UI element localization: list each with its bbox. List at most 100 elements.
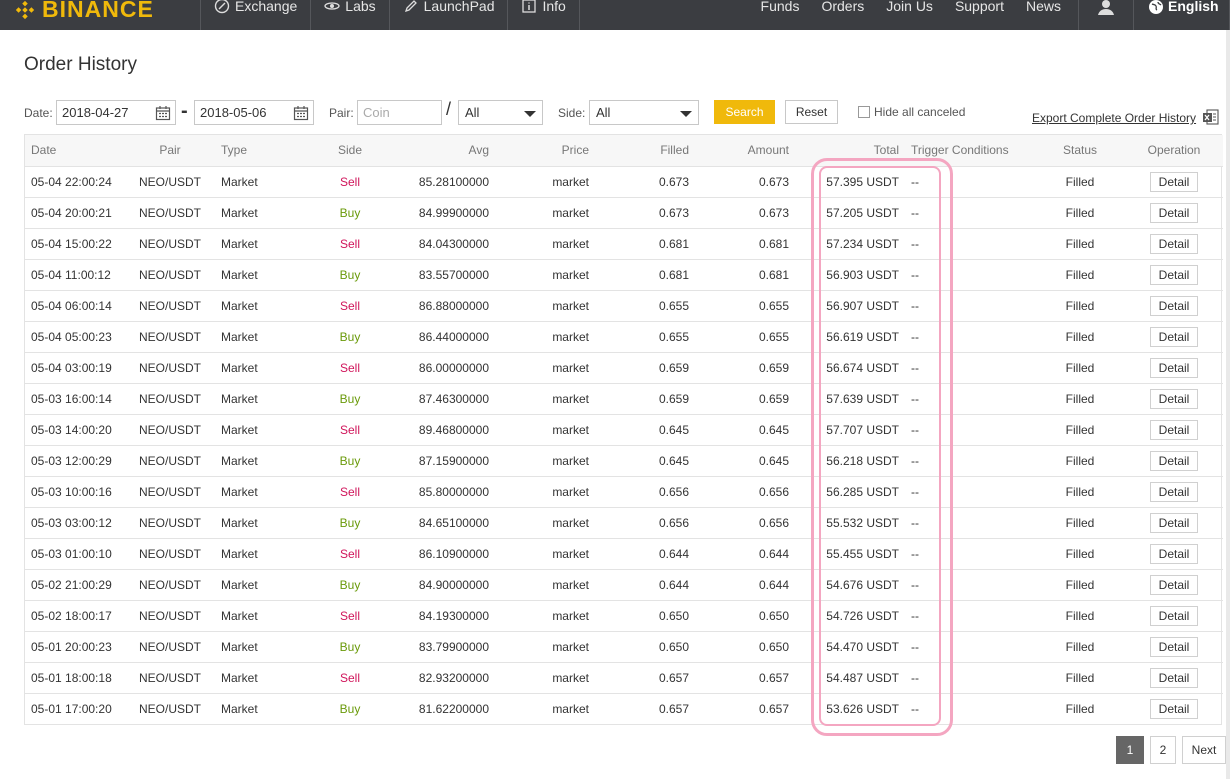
nav-language[interactable]: English [1134, 0, 1230, 30]
excel-icon[interactable] [1202, 108, 1220, 126]
cell-price: market [495, 569, 595, 601]
cell-filled: 0.659 [595, 383, 695, 415]
detail-button[interactable]: Detail [1150, 326, 1198, 347]
detail-button[interactable]: Detail [1150, 264, 1198, 285]
coin-input[interactable]: Coin [357, 100, 442, 125]
cell-total: 54.676 USDT [795, 569, 905, 601]
cell-amount: 0.655 [695, 290, 795, 322]
cell-type: Market [221, 701, 258, 716]
nav-news[interactable]: News [1015, 0, 1072, 14]
cell-operation: Detail [1125, 352, 1223, 384]
detail-button[interactable]: Detail [1150, 171, 1198, 192]
cell-status: Filled [1035, 414, 1125, 446]
detail-button[interactable]: Detail [1150, 295, 1198, 316]
side-label: Side: [558, 106, 586, 120]
quote-select-value: All [465, 105, 480, 120]
table-row: 05-04 22:00:24 NEO/USDT Market Sell 85.28100… [25, 166, 1223, 198]
detail-button[interactable]: Detail [1150, 667, 1198, 688]
cell-side: Sell [305, 166, 395, 198]
nav-join-us[interactable]: Join Us [875, 0, 944, 14]
cell-price: market [495, 290, 595, 322]
page-2-button[interactable]: 2 [1150, 736, 1176, 764]
nav-info[interactable]: Info [507, 0, 580, 30]
header-type: Type [215, 135, 305, 167]
cell-pair: NEO/USDT [125, 476, 215, 508]
hide-canceled-checkbox[interactable] [858, 106, 870, 118]
cell-side: Sell [305, 414, 395, 446]
cell-amount: 0.673 [695, 166, 795, 198]
cell-side: Buy [305, 569, 395, 601]
cell-side: Buy [305, 259, 395, 291]
nav-funds[interactable]: Funds [750, 0, 811, 14]
detail-button[interactable]: Detail [1150, 388, 1198, 409]
reset-button[interactable]: Reset [785, 100, 838, 124]
cell-price: market [495, 321, 595, 353]
nav-user[interactable] [1078, 0, 1134, 30]
nav-support[interactable]: Support [944, 0, 1015, 14]
cell-side: Sell [305, 228, 395, 260]
header-date: Date [25, 135, 125, 167]
cell-trigger: -- [905, 321, 1035, 353]
date-from-input[interactable]: 2018-04-27 [56, 100, 176, 125]
cell-date: 05-04 15:00:22 [25, 228, 125, 260]
cell-operation: Detail [1125, 600, 1223, 632]
header-side: Side [305, 135, 395, 167]
nav-orders[interactable]: Orders [810, 0, 875, 14]
detail-button[interactable]: Detail [1150, 574, 1198, 595]
detail-button[interactable]: Detail [1150, 419, 1198, 440]
page-1-button[interactable]: 1 [1116, 736, 1144, 764]
quote-select[interactable]: All [458, 100, 543, 125]
cell-amount: 0.681 [695, 228, 795, 260]
date-to-input[interactable]: 2018-05-06 [194, 100, 314, 125]
cell-total: 57.639 USDT [795, 383, 905, 415]
filter-bar: Date: 2018-04-27 - 2018-05-06 Pair: Coin… [24, 99, 1220, 127]
detail-button[interactable]: Detail [1150, 450, 1198, 471]
cell-avg: 84.90000000 [395, 569, 495, 601]
scrollbar[interactable] [1226, 30, 1230, 779]
detail-button[interactable]: Detail [1150, 233, 1198, 254]
cell-date: 05-04 05:00:23 [25, 321, 125, 353]
table-row: 05-02 18:00:17 NEO/USDT Market Sell 84.19300… [25, 600, 1223, 632]
table-row: 05-01 17:00:20 NEO/USDT Market Buy 81.622000… [25, 693, 1223, 724]
header-avg: Avg [395, 135, 495, 167]
cell-pair: NEO/USDT [125, 259, 215, 291]
detail-button[interactable]: Detail [1150, 605, 1198, 626]
cell-status: Filled [1035, 321, 1125, 353]
calendar-icon [293, 106, 309, 121]
nav-labs[interactable]: Labs [310, 0, 388, 30]
detail-button[interactable]: Detail [1150, 698, 1198, 719]
cell-trigger: -- [905, 476, 1035, 508]
cell-side: Sell [305, 476, 395, 508]
cell-date: 05-01 18:00:18 [25, 662, 125, 694]
detail-button[interactable]: Detail [1150, 636, 1198, 657]
nav-exchange[interactable]: Exchange [200, 0, 310, 30]
brand[interactable]: BINANCE [0, 0, 200, 30]
cell-type: Market [215, 476, 305, 508]
cell-type: Market [215, 321, 305, 353]
cell-filled: 0.650 [595, 600, 695, 632]
nav-launchpad[interactable]: LaunchPad [388, 0, 508, 30]
cell-amount: 0.645 [695, 445, 795, 477]
nav-exchange-label: Exchange [235, 0, 298, 14]
cell-price: market [495, 352, 595, 384]
detail-button[interactable]: Detail [1150, 202, 1198, 223]
detail-button[interactable]: Detail [1150, 512, 1198, 533]
detail-button[interactable]: Detail [1150, 481, 1198, 502]
export-history-link[interactable]: Export Complete Order History [1032, 111, 1196, 125]
detail-button[interactable]: Detail [1150, 543, 1198, 564]
next-page-button[interactable]: Next [1182, 736, 1226, 764]
side-select[interactable]: All [589, 100, 699, 125]
table-row: 05-03 14:00:20 NEO/USDT Market Sell 89.46800… [25, 414, 1223, 446]
detail-button[interactable]: Detail [1150, 357, 1198, 378]
cell-avg: 87.15900000 [395, 445, 495, 477]
table-row: 05-03 01:00:10 NEO/USDT Market Sell 86.10900… [25, 538, 1223, 570]
table-row: 05-03 12:00:29 NEO/USDT Market Buy 87.159000… [25, 445, 1223, 477]
cell-status: Filled [1035, 166, 1125, 198]
cell-type: Market [215, 352, 305, 384]
cell-operation: Detail [1125, 569, 1223, 601]
cell-operation: Detail [1125, 445, 1223, 477]
pair-separator: / [446, 99, 452, 119]
cell-avg: 86.00000000 [395, 352, 495, 384]
search-button[interactable]: Search [714, 100, 775, 124]
cell-avg: 85.28100000 [395, 166, 495, 198]
